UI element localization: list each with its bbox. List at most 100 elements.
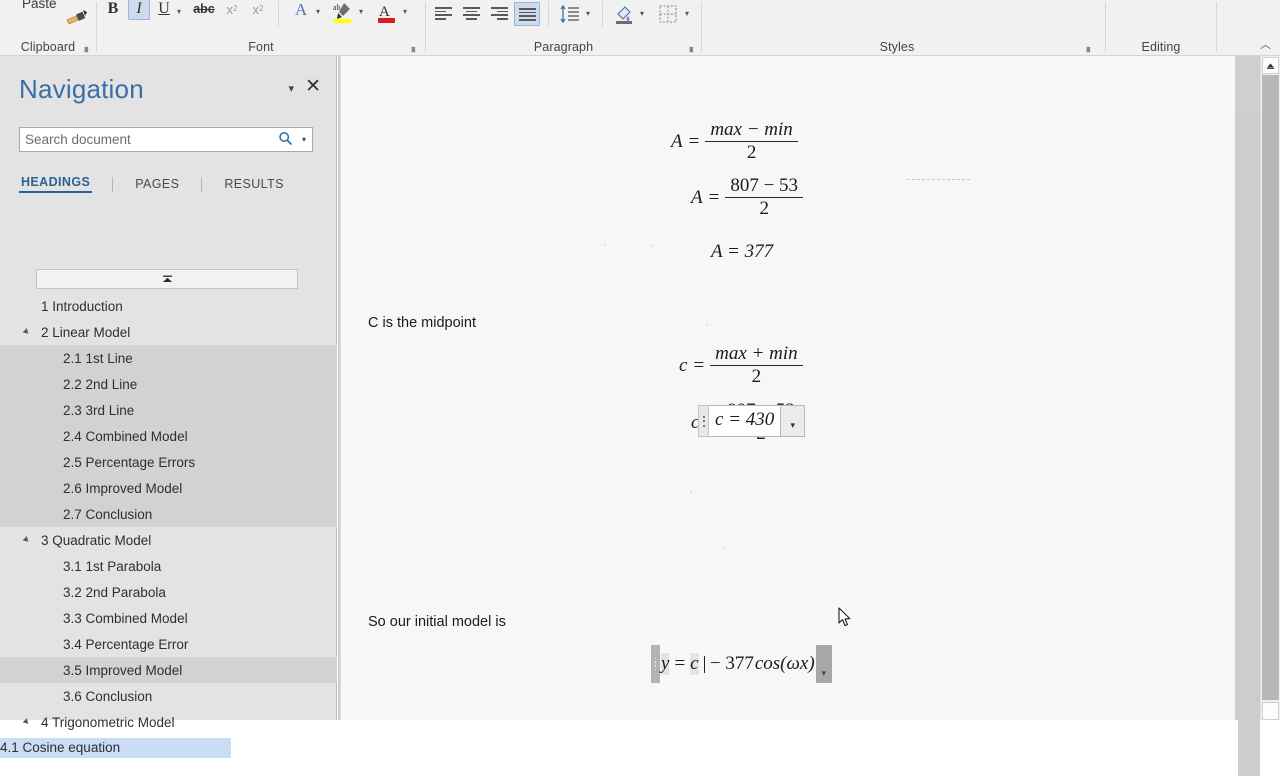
justify-icon[interactable] xyxy=(514,2,540,26)
shading-caret-icon[interactable]: ▾ xyxy=(640,9,644,18)
heading-item[interactable]: 2.1 1st Line xyxy=(0,345,337,371)
equation-midpoint-general[interactable]: c = max + min 2 xyxy=(679,344,803,387)
search-input[interactable] xyxy=(20,132,274,147)
scroll-up-arrow-icon xyxy=(1267,63,1274,69)
styles-dialog-launcher[interactable]: ▗ xyxy=(1083,43,1090,52)
search-box[interactable]: ▾ xyxy=(19,127,313,152)
eq1-lhs: A xyxy=(671,130,683,152)
text-effects-caret-icon[interactable]: ▾ xyxy=(316,7,320,16)
heading-item[interactable]: 3.1 1st Parabola xyxy=(0,553,337,579)
equation-body[interactable]: c = 430 xyxy=(709,405,782,437)
eq7-cos-open: cos( xyxy=(754,653,787,674)
equation-object-model[interactable]: y = c − 377 cos( ωx ) ▾ xyxy=(651,645,832,683)
highlight-caret-icon[interactable]: ▾ xyxy=(359,7,363,16)
heading-item-label: 3.5 Improved Model xyxy=(63,662,183,678)
heading-item[interactable]: 4.1 Cosine equation xyxy=(0,735,337,761)
equation-drag-handle[interactable] xyxy=(698,405,709,437)
heading-item[interactable]: 2 Linear Model xyxy=(0,319,337,345)
collapse-all-headings-button[interactable] xyxy=(36,269,298,289)
equation-amplitude-general[interactable]: A = max − min 2 xyxy=(671,120,798,163)
tab-headings[interactable]: HEADINGS xyxy=(19,175,93,193)
group-label-styles: Styles xyxy=(879,40,915,54)
heading-item[interactable]: 2.2 2nd Line xyxy=(0,371,337,397)
tab-pages[interactable]: PAGES xyxy=(133,177,181,191)
paragraph-dialog-launcher[interactable]: ▗ xyxy=(686,43,693,52)
superscript-index: 2 xyxy=(259,4,264,13)
heading-item-label: 3.6 Conclusion xyxy=(63,688,153,704)
align-left-icon[interactable] xyxy=(431,5,457,23)
equation-amplitude-numeric[interactable]: A = 807 − 53 2 xyxy=(691,175,804,219)
text-cursor xyxy=(703,655,705,673)
bold-button[interactable]: B xyxy=(102,0,124,20)
equation-options-dropdown[interactable]: ▾ xyxy=(781,405,806,437)
font-color-caret-icon[interactable]: ▾ xyxy=(403,7,407,16)
heading-item[interactable]: 3.5 Improved Model xyxy=(0,657,337,683)
eq1-numerator: max − min xyxy=(710,119,793,140)
highlight-color-icon[interactable]: ab xyxy=(331,0,355,24)
equation-object-c-430[interactable]: c = 430 ▾ xyxy=(698,405,806,437)
heading-item[interactable]: 2.7 Conclusion xyxy=(0,501,337,527)
align-right-icon[interactable] xyxy=(487,5,513,23)
heading-item-label: 2.4 Combined Model xyxy=(63,428,188,444)
eq4-denominator: 2 xyxy=(751,366,762,388)
vertical-scrollbar[interactable] xyxy=(1260,56,1280,720)
align-center-icon[interactable] xyxy=(459,5,485,23)
heading-item[interactable]: 3.3 Combined Model xyxy=(0,605,337,631)
equation-drag-handle[interactable] xyxy=(651,645,660,683)
equation-amplitude-result[interactable]: A = 377 xyxy=(711,241,773,263)
italic-button[interactable]: I xyxy=(128,0,150,20)
paragraph-initial-model[interactable]: So our initial model is xyxy=(368,614,506,630)
eq4-lhs: c xyxy=(679,354,688,376)
heading-item[interactable]: 2.5 Percentage Errors xyxy=(0,449,337,475)
heading-item-label: 2.5 Percentage Errors xyxy=(63,454,196,470)
font-color-icon[interactable]: A xyxy=(375,0,399,24)
heading-item[interactable]: 4 Trigonometric Model xyxy=(0,709,337,735)
paste-button[interactable]: Paste xyxy=(22,0,57,11)
ribbon-group-styles: ¶ Normal No Spacing Heading 1 Heading 2 … xyxy=(702,0,1092,56)
underline-caret-icon[interactable]: ▾ xyxy=(177,7,181,16)
eq1-fraction: max − min 2 xyxy=(705,119,798,163)
clipboard-dialog-launcher[interactable]: ▗ xyxy=(81,43,88,52)
format-painter-icon[interactable] xyxy=(63,8,89,28)
heading-item[interactable]: 3.4 Percentage Error xyxy=(0,631,337,657)
document-page[interactable]: A = max − min 2 A = 807 − 53 2 A = 377 C… xyxy=(340,56,1235,720)
equation-body[interactable]: y = c − 377 cos( ωx ) xyxy=(660,645,816,683)
heading-item[interactable]: 2.4 Combined Model xyxy=(0,423,337,449)
heading-item[interactable]: 3 Quadratic Model xyxy=(0,527,337,553)
collapse-ribbon-icon[interactable]: ︿ xyxy=(1260,36,1271,52)
heading-item[interactable]: 1 Introduction xyxy=(0,293,337,319)
borders-icon[interactable] xyxy=(656,2,680,26)
scroll-up-button[interactable] xyxy=(1262,57,1279,74)
close-icon[interactable]: ✕ xyxy=(305,77,321,96)
line-spacing-icon[interactable] xyxy=(558,2,582,26)
scrollbar-thumb[interactable] xyxy=(1262,75,1279,700)
shading-icon[interactable] xyxy=(612,2,636,26)
font-dialog-launcher[interactable]: ▗ xyxy=(408,43,415,52)
superscript-button[interactable]: x2 xyxy=(247,0,269,20)
heading-item[interactable]: 2.6 Improved Model xyxy=(0,475,337,501)
eq7-close-paren: ) xyxy=(808,653,815,674)
tab-results[interactable]: RESULTS xyxy=(222,177,286,191)
highlight-color-swatch xyxy=(334,19,351,23)
search-icon[interactable] xyxy=(274,131,296,149)
ribbon-group-paragraph: ▾ ▾ ▾ Paragraph ▗ xyxy=(426,0,701,56)
paragraph-midpoint[interactable]: C is the midpoint xyxy=(368,315,476,331)
equation-midpoint-result-text: c = 430 xyxy=(715,409,775,430)
heading-item-label: 3.3 Combined Model xyxy=(63,610,188,626)
text-effects-icon[interactable]: A xyxy=(289,0,313,20)
navigation-dropdown-icon[interactable]: ▾ xyxy=(288,82,294,95)
spellcheck-mark xyxy=(907,179,971,180)
eq2-numerator: 807 − 53 xyxy=(730,175,799,196)
borders-caret-icon[interactable]: ▾ xyxy=(685,9,689,18)
eq4-fraction: max + min 2 xyxy=(710,344,803,388)
heading-item[interactable]: 3.2 2nd Parabola xyxy=(0,579,337,605)
line-spacing-caret-icon[interactable]: ▾ xyxy=(586,9,590,18)
subscript-button[interactable]: x2 xyxy=(221,0,243,20)
underline-button[interactable]: U xyxy=(154,0,174,20)
heading-item[interactable]: 3.6 Conclusion xyxy=(0,683,337,709)
equation-options-dropdown[interactable]: ▾ xyxy=(815,645,832,683)
strikethrough-button[interactable]: abc xyxy=(190,0,218,20)
scrollbar-track-bottom[interactable] xyxy=(1262,702,1279,720)
heading-item[interactable]: 2.3 3rd Line xyxy=(0,397,337,423)
search-options-caret-icon[interactable]: ▾ xyxy=(296,135,312,144)
